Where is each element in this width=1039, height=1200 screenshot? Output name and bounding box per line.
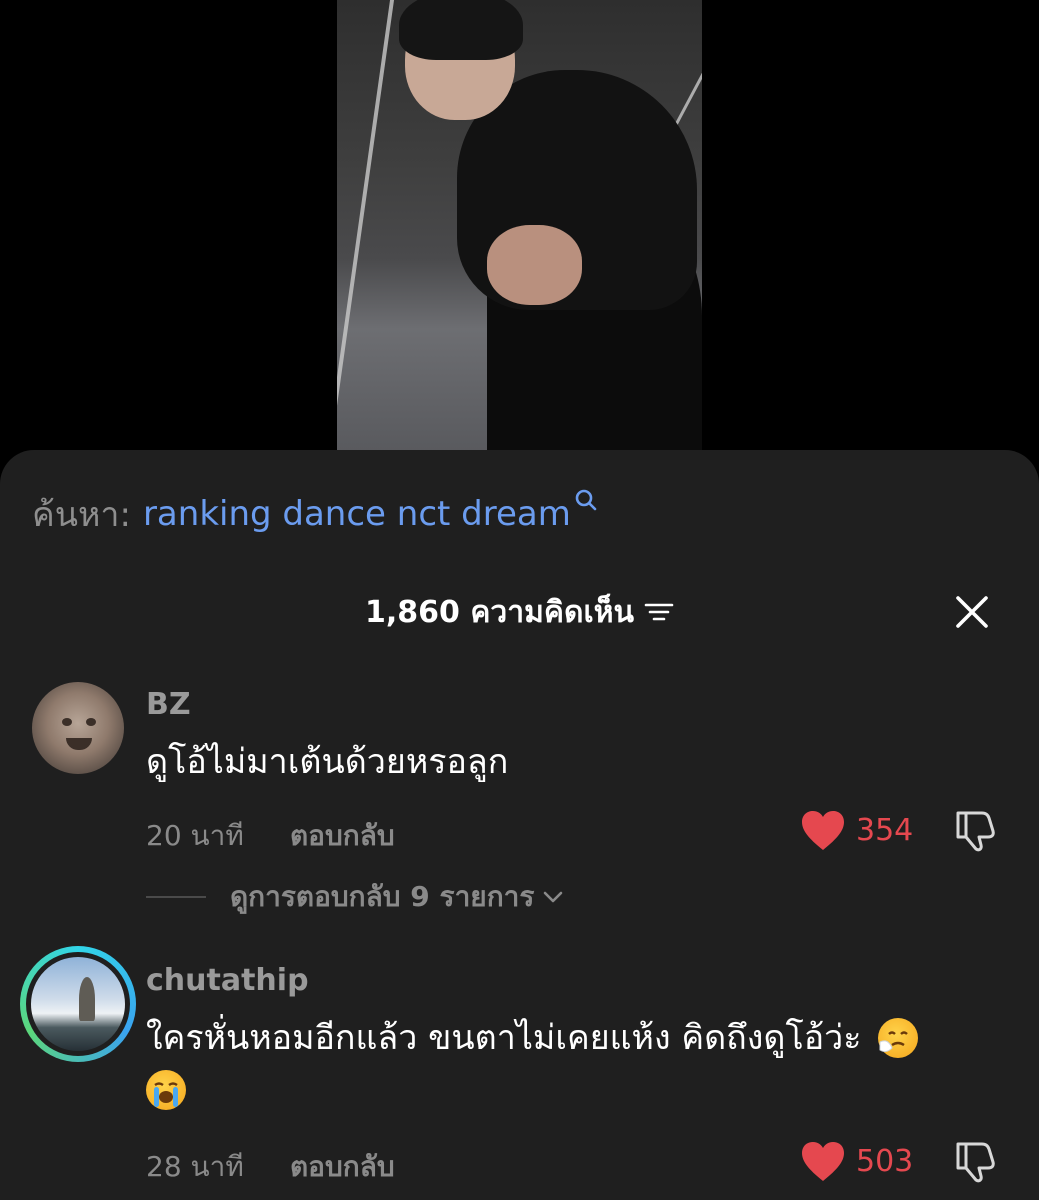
loudly-crying-face-emoji: 😭 [146,1070,186,1110]
video-frame[interactable] [337,0,702,470]
video-person-hair [399,0,523,60]
avatar-story-ring[interactable] [20,946,136,1062]
comment-text: ดูโอ้ไม่มาเต้นด้วยหรอลูก [146,742,509,782]
avatar-eye [86,718,96,726]
like-count: 503 [856,1144,914,1179]
dislike-icon[interactable] [952,807,1000,853]
video-area[interactable] [0,0,1039,470]
comment-username[interactable]: BZ [146,687,191,722]
comments-header: 1,860 ความคิดเห็น [0,590,1039,634]
avatar-mouth [66,738,92,750]
view-replies-button[interactable]: ดูการตอบกลับ 9 รายการ [146,877,566,917]
avatar[interactable] [32,682,124,774]
close-icon[interactable] [950,590,994,634]
sneezing-face-emoji: 🤧 [878,1018,919,1058]
comment-time: 28 นาที [146,1150,244,1183]
reply-button[interactable]: ตอบกลับ [290,814,395,858]
loudly-crying-face-icon [154,1082,178,1107]
avatar [26,952,130,1056]
filter-icon[interactable] [644,600,674,624]
chevron-down-icon [544,891,563,903]
sneezing-face-icon [879,1031,909,1053]
search-suggestion[interactable]: ค้นหา: ranking dance nct dream [32,489,599,536]
dislike-icon[interactable] [952,1138,1000,1184]
comment-username[interactable]: chutathip [146,963,309,998]
replies-divider [146,896,206,898]
video-person-hand [487,225,582,305]
heart-icon[interactable] [800,810,846,852]
ceiling-light-strip [337,0,395,470]
heart-icon[interactable] [800,1141,846,1183]
avatar-eye [62,718,72,726]
avatar-figure [79,977,95,1021]
like-count: 354 [856,813,914,848]
comment-time: 20 นาที [146,819,244,852]
search-query-link[interactable]: ranking dance nct dream [143,494,571,534]
comment-text-line: ใครหั่นหอมอีกแล้ว ขนตาไม่เคยแห้ง คิดถึงด… [146,1018,862,1058]
reply-button[interactable]: ตอบกลับ [290,1145,395,1189]
comment-text: ใครหั่นหอมอีกแล้ว ขนตาไม่เคยแห้ง คิดถึงด… [146,1012,996,1116]
comment-count: 1,860 ความคิดเห็น [365,594,634,630]
view-replies-label: ดูการตอบกลับ 9 รายการ [230,880,535,913]
search-prefix: ค้นหา: [32,495,131,535]
search-icon [575,489,597,511]
